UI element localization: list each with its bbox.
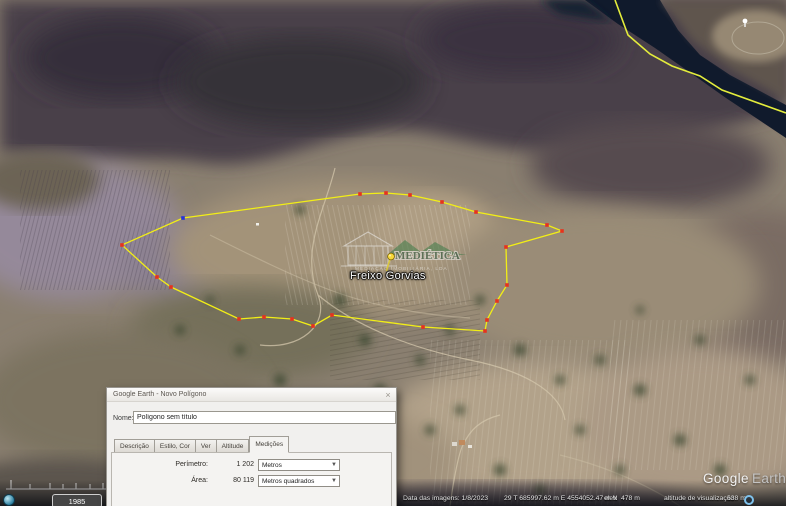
tab-medicoes[interactable]: Medições [249, 436, 289, 453]
perimeter-unit-dropdown[interactable]: Metros ▼ [258, 459, 340, 471]
timeline-year-handle[interactable]: 1985 [52, 494, 102, 506]
google-earth-logo: GoogleEarth [703, 471, 786, 486]
area-unit-value: Metros quadrados [262, 478, 314, 485]
polygon-vertex[interactable] [408, 193, 412, 197]
polygon-vertex[interactable] [330, 313, 334, 317]
name-input[interactable] [133, 411, 396, 424]
imagery-date: Data das imagens: 1/8/2023 [403, 495, 488, 502]
polygon-vertex[interactable] [169, 285, 173, 289]
tab-descricao[interactable]: Descrição [114, 439, 155, 453]
google-earth-window: MEDIÉTICA MEDIAÇÃO IMOBILIÁRIA, LDA Frei… [0, 0, 786, 506]
polygon-vertex[interactable] [311, 324, 315, 328]
polygon-vertex[interactable] [545, 223, 549, 227]
polygon-vertex[interactable] [384, 191, 388, 195]
polygon-vertex[interactable] [262, 315, 266, 319]
polygon-vertex[interactable] [155, 275, 159, 279]
polygon-vertex[interactable] [290, 317, 294, 321]
polygon-vertex[interactable] [560, 229, 564, 233]
clock-icon[interactable] [3, 494, 15, 506]
new-polygon-dialog: Google Earth - Novo Polígono × Nome: Des… [106, 387, 397, 506]
logo-google: Google [703, 471, 749, 486]
tab-altitude[interactable]: Altitude [217, 439, 250, 453]
polygon-vertex[interactable] [421, 325, 425, 329]
polygon-vertex[interactable] [505, 283, 509, 287]
perimeter-unit-value: Metros [262, 462, 282, 469]
polygon-vertex[interactable] [440, 200, 444, 204]
chevron-down-icon: ▼ [331, 476, 337, 487]
chevron-down-icon: ▼ [331, 460, 337, 471]
polygon-vertex[interactable] [504, 245, 508, 249]
elevation-label: elev [604, 495, 616, 502]
close-icon[interactable]: × [383, 390, 393, 400]
area-label: Área: [118, 477, 208, 484]
area-value: 80 119 [210, 477, 254, 484]
polygon-vertex[interactable] [485, 318, 489, 322]
tab-estilo-cor[interactable]: Estilo, Cor [155, 439, 196, 453]
polygon-vertex[interactable] [483, 329, 487, 333]
polygon-vertex[interactable] [181, 216, 185, 220]
polygon-vertex[interactable] [495, 299, 499, 303]
polygon-vertex[interactable] [358, 192, 362, 196]
view-altitude-label: altitude de visualização [664, 495, 734, 502]
measurements-panel: Perímetro: 1 202 Metros ▼ Área: 80 119 M… [111, 452, 392, 506]
elevation-value: 478 m [621, 495, 640, 502]
eye-altitude-icon [744, 495, 754, 505]
polygon-vertex[interactable] [120, 243, 124, 247]
tab-ver[interactable]: Ver [196, 439, 217, 453]
polygon-vertex[interactable] [237, 317, 241, 321]
utm-coordinates: 29 T 685997.62 m E 4554052.47 m N [504, 495, 618, 502]
area-unit-dropdown[interactable]: Metros quadrados ▼ [258, 475, 340, 487]
perimeter-value: 1 202 [210, 461, 254, 468]
dialog-title-bar[interactable]: Google Earth - Novo Polígono [107, 388, 396, 402]
placemark-label[interactable]: Freixo Gorvias [350, 270, 426, 282]
name-label: Nome: [113, 415, 134, 422]
dialog-tabs: Descrição Estilo, Cor Ver Altitude Mediç… [114, 437, 289, 453]
logo-earth: Earth [752, 471, 786, 486]
polygon-vertex[interactable] [474, 210, 478, 214]
perimeter-label: Perímetro: [118, 461, 208, 468]
